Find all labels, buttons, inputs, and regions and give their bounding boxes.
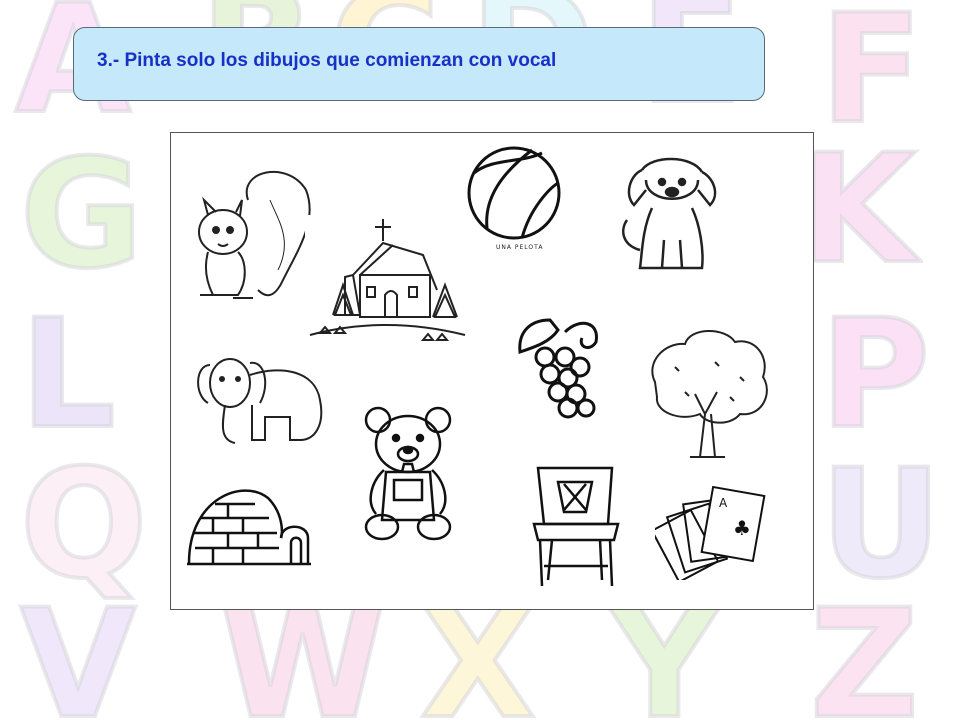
squirrel-drawing[interactable] [178,160,320,310]
dog-drawing[interactable] [612,150,724,278]
instruction-title: 3.- Pinta solo los dibujos que comienzan… [97,50,557,71]
bg-letter-l: L [18,288,118,462]
chair-drawing[interactable] [530,462,622,590]
teddy-bear-drawing[interactable] [356,402,460,544]
instruction-banner: 3.- Pinta solo los dibujos que comienzan… [73,27,765,101]
playing-cards-drawing[interactable]: A ♣ [655,485,770,580]
bg-letter-z: Z [808,578,921,720]
grapes-drawing[interactable] [510,312,612,422]
church-drawing[interactable] [305,215,470,350]
bg-letter-k: K [798,123,918,297]
ball-caption: UNA PELOTA [496,244,544,251]
igloo-drawing[interactable] [183,478,315,570]
bg-letter-p: P [818,288,932,462]
bg-letter-v: V [18,578,138,720]
elephant-drawing[interactable] [190,345,332,453]
svg-text:A: A [719,496,728,510]
svg-text:♣: ♣ [733,516,751,540]
bg-letter-g: G [18,128,145,302]
tree-drawing[interactable] [645,322,775,462]
